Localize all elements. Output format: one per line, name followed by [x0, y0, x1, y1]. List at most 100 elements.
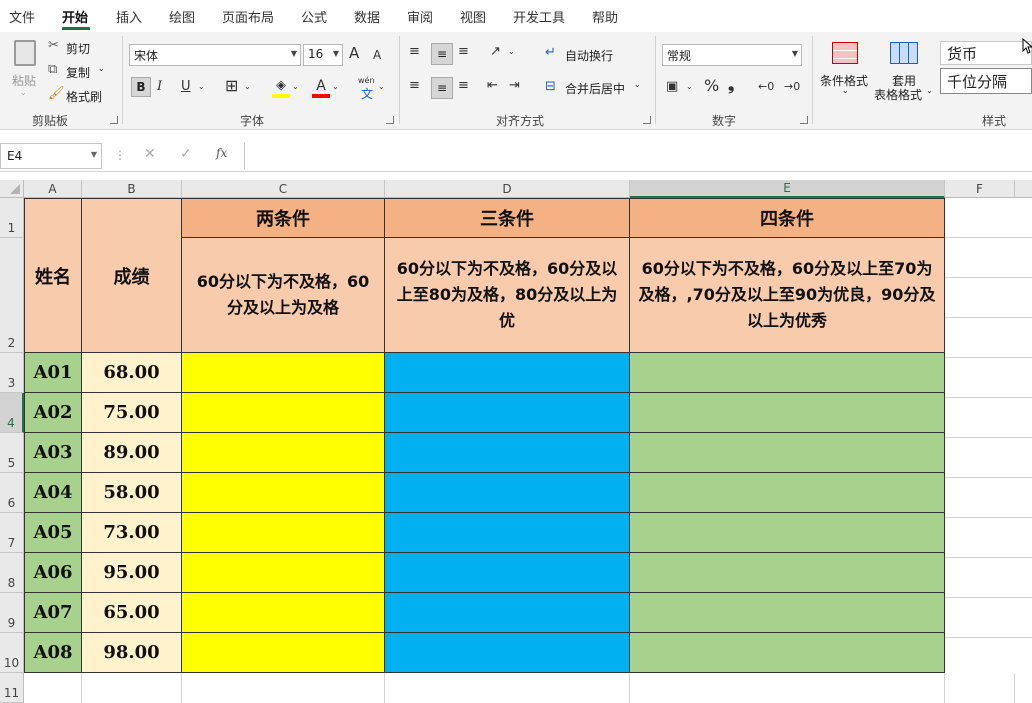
chevron-down-icon[interactable]: ⌄: [686, 78, 693, 96]
name-cell[interactable]: A01: [24, 352, 82, 393]
tab-home[interactable]: 开始: [62, 7, 88, 26]
chevron-down-icon[interactable]: ⌄: [508, 43, 515, 61]
score-cell[interactable]: 65.00: [81, 592, 182, 633]
align-right-icon[interactable]: ≡: [458, 77, 469, 95]
chevron-down-icon[interactable]: ⌄: [198, 78, 205, 96]
row-header-8[interactable]: 8: [0, 553, 24, 593]
merge-center-icon[interactable]: ⊟: [545, 78, 556, 96]
chevron-down-icon[interactable]: ⌄: [634, 80, 641, 89]
chevron-down-icon[interactable]: ⌄: [98, 64, 105, 73]
comma-icon[interactable]: ❟: [728, 76, 734, 94]
column-header-d[interactable]: D: [385, 180, 630, 198]
column-header-f[interactable]: F: [945, 180, 1015, 198]
score-cell[interactable]: 95.00: [81, 552, 182, 593]
orientation-icon[interactable]: ↗: [490, 43, 501, 61]
four-condition-result[interactable]: [629, 392, 945, 433]
column-header-a[interactable]: A: [24, 180, 82, 198]
tab-file[interactable]: 文件: [9, 7, 35, 26]
condition-four-text[interactable]: 60分以下为不及格，60分及以上至70为及格，,70分及以上至90为优良，90分…: [629, 237, 945, 353]
four-condition-result[interactable]: [629, 512, 945, 553]
format-painter-button[interactable]: 格式刷: [66, 88, 102, 105]
name-cell[interactable]: A06: [24, 552, 82, 593]
row-header-4[interactable]: 4: [0, 393, 24, 433]
align-top-icon[interactable]: ≡: [409, 43, 420, 61]
font-name-dropdown[interactable]: 宋体 ▼: [129, 44, 301, 66]
conditional-format-button[interactable]: 条件格式 ⌄: [818, 40, 874, 108]
row-header-7[interactable]: 7: [0, 513, 24, 553]
cancel-icon[interactable]: ✕: [144, 146, 156, 162]
score-cell[interactable]: 58.00: [81, 472, 182, 513]
row-header-2[interactable]: 2: [0, 238, 24, 353]
score-cell[interactable]: 68.00: [81, 352, 182, 393]
tab-page-layout[interactable]: 页面布局: [222, 7, 274, 26]
decrease-indent-icon[interactable]: ⇤: [487, 77, 498, 95]
align-left-icon[interactable]: ≡: [409, 77, 420, 95]
two-condition-result[interactable]: [181, 552, 385, 593]
column-header-e[interactable]: E: [630, 180, 945, 198]
two-condition-result[interactable]: [181, 432, 385, 473]
two-condition-result[interactable]: [181, 592, 385, 633]
align-center-icon[interactable]: ≡: [431, 77, 453, 99]
tab-data[interactable]: 数据: [354, 7, 380, 26]
three-condition-result[interactable]: [384, 432, 630, 473]
fill-color-button[interactable]: ◈: [272, 77, 290, 99]
tab-insert[interactable]: 插入: [116, 7, 142, 26]
name-cell[interactable]: A02: [24, 392, 82, 433]
phonetic-button[interactable]: wén 文: [356, 76, 380, 101]
row-header-5[interactable]: 5: [0, 433, 24, 473]
chevron-down-icon[interactable]: ⌄: [292, 78, 299, 96]
copy-icon[interactable]: ⧉: [48, 61, 57, 79]
tab-developer[interactable]: 开发工具: [513, 7, 565, 26]
wrap-text-icon[interactable]: ↵: [545, 44, 556, 62]
clipboard-launcher-icon[interactable]: [110, 116, 118, 124]
four-condition-result[interactable]: [629, 632, 945, 673]
three-condition-result[interactable]: [384, 352, 630, 393]
name-cell[interactable]: A08: [24, 632, 82, 673]
header-name[interactable]: 姓名: [24, 198, 82, 353]
decrease-decimal-icon[interactable]: →0: [784, 78, 800, 96]
format-as-table-button[interactable]: 套用 表格格式 ⌄: [872, 40, 934, 108]
formula-input[interactable]: [244, 143, 1032, 169]
four-condition-result[interactable]: [629, 592, 945, 633]
currency-style[interactable]: 货币: [940, 41, 1032, 65]
score-cell[interactable]: 75.00: [81, 392, 182, 433]
header-four-conditions[interactable]: 四条件: [629, 198, 945, 238]
row-header-10[interactable]: 10: [0, 633, 24, 673]
tab-review[interactable]: 审阅: [407, 7, 433, 26]
tab-formulas[interactable]: 公式: [301, 7, 327, 26]
cut-button[interactable]: 剪切: [66, 40, 90, 57]
two-condition-result[interactable]: [181, 392, 385, 433]
column-header-g[interactable]: [1015, 180, 1032, 198]
row-header-6[interactable]: 6: [0, 473, 24, 513]
three-condition-result[interactable]: [384, 472, 630, 513]
three-condition-result[interactable]: [384, 552, 630, 593]
bold-button[interactable]: B: [131, 77, 151, 97]
font-launcher-icon[interactable]: [386, 116, 394, 124]
scissors-icon[interactable]: ✂: [48, 37, 59, 55]
score-cell[interactable]: 98.00: [81, 632, 182, 673]
accounting-icon[interactable]: ▣: [666, 78, 678, 96]
three-condition-result[interactable]: [384, 592, 630, 633]
column-header-b[interactable]: B: [82, 180, 182, 198]
chevron-down-icon[interactable]: ⌄: [378, 78, 385, 96]
thousands-style[interactable]: 千位分隔: [940, 68, 1032, 94]
grow-font-icon[interactable]: A: [349, 44, 359, 62]
name-cell[interactable]: A05: [24, 512, 82, 553]
row-header-9[interactable]: 9: [0, 593, 24, 633]
increase-decimal-icon[interactable]: ←0: [758, 78, 774, 96]
number-format-dropdown[interactable]: 常规 ▼: [662, 44, 802, 66]
four-condition-result[interactable]: [629, 352, 945, 393]
increase-indent-icon[interactable]: ⇥: [509, 77, 520, 95]
two-condition-result[interactable]: [181, 352, 385, 393]
three-condition-result[interactable]: [384, 632, 630, 673]
two-condition-result[interactable]: [181, 472, 385, 513]
font-color-button[interactable]: A: [312, 77, 330, 99]
paste-button[interactable]: 粘贴 ⌄: [8, 38, 42, 100]
italic-button[interactable]: I: [157, 78, 162, 96]
align-bottom-icon[interactable]: ≡: [458, 43, 469, 61]
percent-icon[interactable]: %: [704, 77, 719, 95]
condition-two-text[interactable]: 60分以下为不及格，60分及以上为及格: [181, 237, 385, 353]
enter-icon[interactable]: ✓: [180, 146, 192, 162]
format-painter-icon[interactable]: 🖌: [48, 85, 65, 103]
header-score[interactable]: 成绩: [81, 198, 182, 353]
